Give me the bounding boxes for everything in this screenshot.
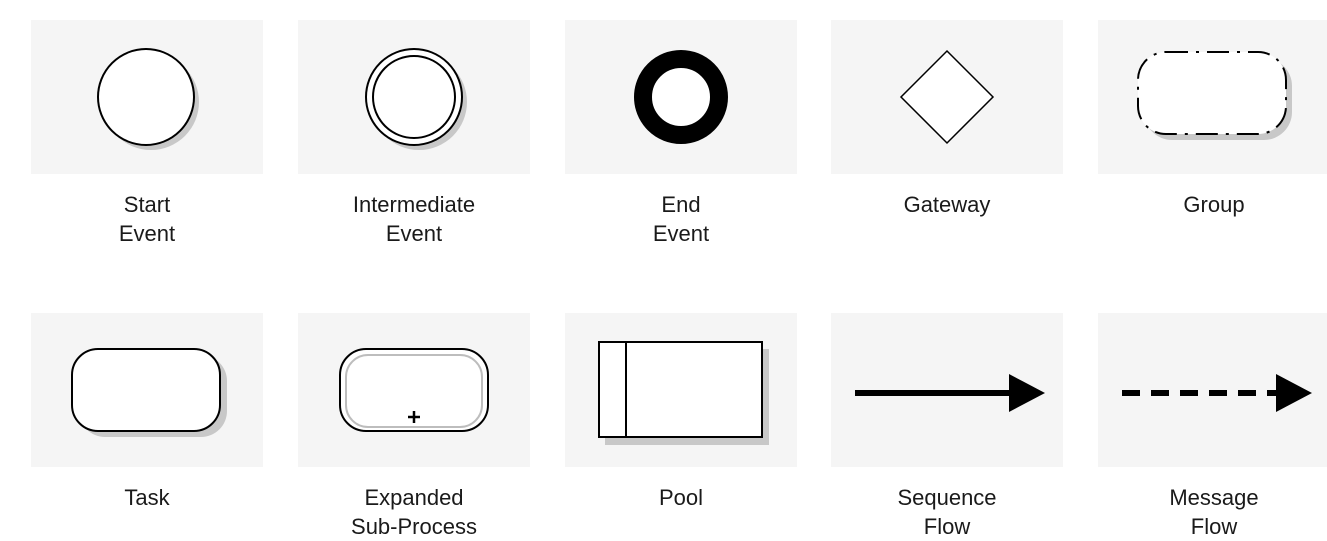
gateway-tile — [831, 20, 1063, 174]
intermediate-event-icon — [365, 48, 467, 150]
pool-label: Pool — [565, 483, 797, 512]
label-line: Gateway — [903, 192, 991, 217]
label-line: Start — [123, 192, 171, 217]
start-event-icon — [97, 48, 199, 150]
message-flow-tile — [1098, 313, 1327, 467]
expanded-sub-process-icon — [339, 348, 489, 432]
label-line: Message — [1169, 485, 1259, 510]
gateway-icon — [899, 49, 995, 145]
expanded-sub-process-tile — [298, 313, 530, 467]
gateway-label: Gateway — [831, 190, 1063, 219]
end-event-label: End Event — [565, 190, 797, 248]
message-flow-icon — [1122, 374, 1312, 412]
sequence-flow-tile — [831, 313, 1063, 467]
label-line: Expanded — [364, 485, 464, 510]
intermediate-event-tile — [298, 20, 530, 174]
label-line: Group — [1183, 192, 1245, 217]
intermediate-event-label: Intermediate Event — [298, 190, 530, 248]
pool-tile — [565, 313, 797, 467]
label-line: Event — [652, 221, 710, 246]
label-line: End — [661, 192, 701, 217]
label-line: Flow — [1190, 514, 1238, 539]
group-icon — [1137, 51, 1292, 140]
expanded-sub-process-label: Expanded Sub-Process — [298, 483, 530, 541]
sequence-flow-icon — [855, 374, 1045, 412]
label-line: Event — [118, 221, 176, 246]
pool-icon — [598, 341, 769, 445]
label-line: Pool — [658, 485, 704, 510]
group-label: Group — [1098, 190, 1327, 219]
label-line: Intermediate — [352, 192, 476, 217]
start-event-tile — [31, 20, 263, 174]
task-tile — [31, 313, 263, 467]
label-line: Sequence — [897, 485, 997, 510]
label-line: Event — [385, 221, 443, 246]
end-event-icon — [634, 50, 728, 144]
group-tile — [1098, 20, 1327, 174]
message-flow-label: Message Flow — [1098, 483, 1327, 541]
sequence-flow-label: Sequence Flow — [831, 483, 1063, 541]
end-event-tile — [565, 20, 797, 174]
start-event-label: Start Event — [31, 190, 263, 248]
label-line: Sub-Process — [351, 514, 477, 539]
label-line: Flow — [923, 514, 971, 539]
task-icon — [71, 348, 227, 437]
label-line: Task — [124, 485, 170, 510]
task-label: Task — [31, 483, 263, 512]
